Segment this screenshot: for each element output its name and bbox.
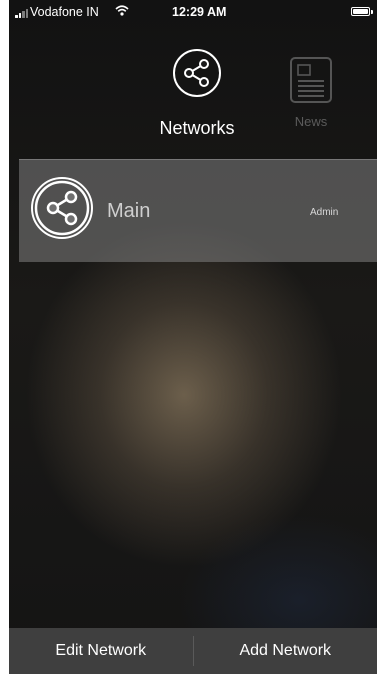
share-network-icon [30, 176, 94, 240]
news-document-icon [288, 56, 334, 104]
tab-news-label: News [294, 114, 328, 129]
edit-network-button[interactable]: Edit Network [9, 628, 193, 674]
battery-tip [371, 10, 373, 14]
app-screen: Vodafone IN 12:29 AM Networks News Main … [9, 0, 377, 674]
tab-networks-label: Networks [159, 118, 235, 138]
tab-news[interactable]: News [280, 56, 342, 129]
tab-networks[interactable]: Networks [142, 48, 252, 139]
status-bar: Vodafone IN 12:29 AM [9, 0, 377, 26]
signal-icon [15, 9, 28, 18]
share-network-icon [172, 48, 222, 98]
network-role-badge: Admin [310, 207, 339, 218]
network-name: Main [107, 200, 151, 222]
bottom-action-bar: Edit Network Add Network [9, 628, 377, 674]
add-network-button[interactable]: Add Network [194, 628, 377, 674]
network-row-main[interactable]: Main Admin [19, 159, 377, 262]
battery-icon [351, 7, 370, 16]
wifi-icon [115, 5, 129, 19]
carrier-name: Vodafone IN [30, 5, 99, 19]
status-time: 12:29 AM [172, 5, 227, 19]
